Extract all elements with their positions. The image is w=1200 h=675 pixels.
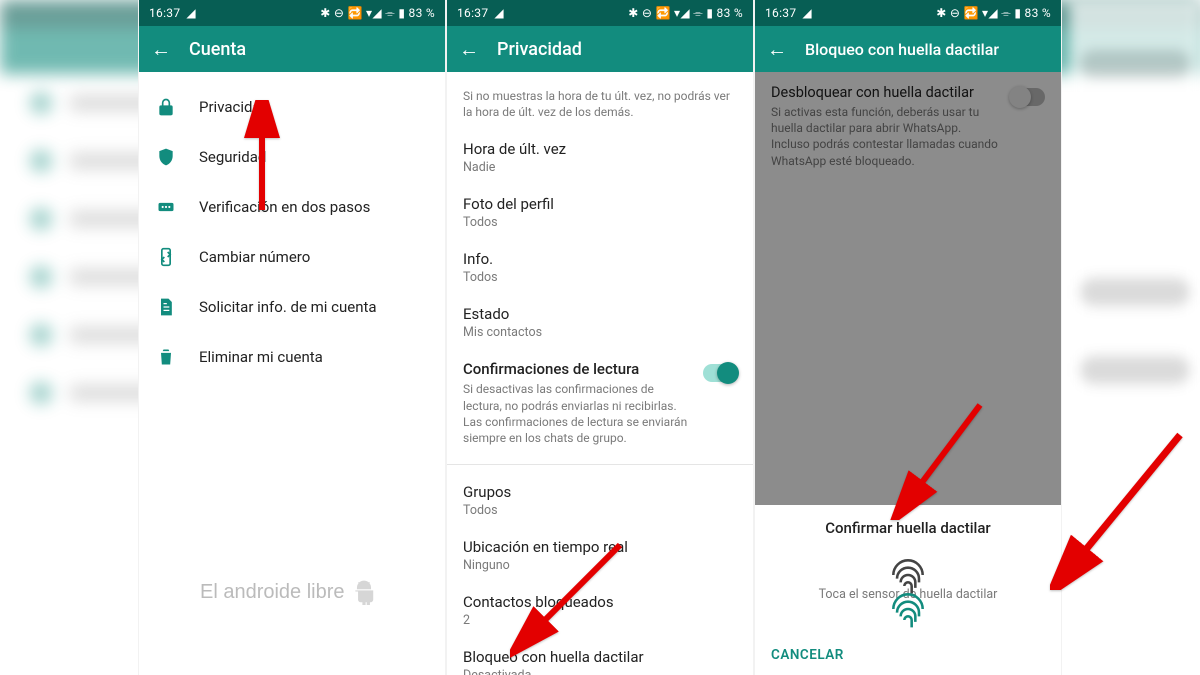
menu-item-solicitar-info[interactable]: Solicitar info. de mi cuenta (139, 282, 445, 332)
shield-icon (155, 146, 177, 168)
menu-label: Seguridad (199, 148, 266, 166)
send-icon: ◢ (186, 6, 196, 20)
status-right: ✱ ⊖ 🔁 ▾◢ ⌯ ▮ 83 % (936, 6, 1051, 21)
priv-title: Info. (463, 250, 737, 268)
read-receipts-desc: Si desactivas las confirmaciones de lect… (463, 381, 693, 446)
divider (447, 464, 753, 465)
back-icon[interactable]: ← (459, 37, 479, 62)
menu-label: Cambiar número (199, 248, 310, 266)
priv-sub: Nadie (463, 160, 737, 175)
priv-title: Estado (463, 305, 737, 323)
back-icon[interactable]: ← (151, 37, 171, 62)
status-bar: 16:37 ◢ ✱ ⊖ 🔁 ▾◢ ⌯ ▮ 83 % (447, 0, 753, 26)
read-receipts-switch[interactable] (703, 364, 737, 382)
app-bar-title: Bloqueo con huella dactilar (805, 40, 999, 59)
priv-sub: Desactivada (463, 668, 737, 675)
back-icon[interactable]: ← (767, 37, 787, 62)
menu-item-verificacion[interactable]: Verificación en dos pasos (139, 182, 445, 232)
priv-item-last-seen[interactable]: Hora de últ. vez Nadie (447, 130, 753, 185)
app-bar-title: Cuenta (189, 39, 246, 60)
menu-label: Solicitar info. de mi cuenta (199, 298, 377, 316)
priv-title: Foto del perfil (463, 195, 737, 213)
panel-cuenta: 16:37 ◢ ✱ ⊖ 🔁 ▾◢ ⌯ ▮ 83 % ← Cuenta Privac… (138, 0, 446, 675)
status-bar: 16:37 ◢ ✱ ⊖ 🔁 ▾◢ ⌯ ▮ 83 % (139, 0, 445, 26)
android-icon (351, 579, 377, 605)
priv-item-fingerprint-lock[interactable]: Bloqueo con huella dactilar Desactivada (447, 638, 753, 675)
fingerprint-sensor-icon[interactable] (886, 587, 930, 635)
priv-title: Bloqueo con huella dactilar (463, 648, 737, 666)
read-receipts-title: Confirmaciones de lectura (463, 360, 693, 378)
menu-label: Eliminar mi cuenta (199, 348, 323, 366)
priv-item-ubicacion[interactable]: Ubicación en tiempo real Ninguno (447, 528, 753, 583)
priv-item-photo[interactable]: Foto del perfil Todos (447, 185, 753, 240)
menu-item-eliminar[interactable]: Eliminar mi cuenta (139, 332, 445, 382)
app-bar-cuenta: ← Cuenta (139, 26, 445, 72)
status-time: 16:37 (149, 6, 180, 20)
dialog-cancel-button[interactable]: CANCELAR (771, 647, 844, 663)
watermark-text: El androide libre (200, 581, 345, 604)
priv-title: Hora de últ. vez (463, 140, 737, 158)
watermark: El androide libre (200, 579, 377, 605)
screenshot-panels: 16:37 ◢ ✱ ⊖ 🔁 ▾◢ ⌯ ▮ 83 % ← Cuenta Privac… (0, 0, 1200, 675)
priv-item-read-receipts[interactable]: Confirmaciones de lectura Si desactivas … (447, 350, 753, 456)
pin-icon (155, 196, 177, 218)
panel-fingerprint: 16:37 ◢ ✱ ⊖ 🔁 ▾◢ ⌯ ▮ 83 % ← Bloqueo con h… (754, 0, 1062, 675)
app-bar-fingerprint: ← Bloqueo con huella dactilar (755, 26, 1061, 72)
priv-sub: Todos (463, 215, 737, 230)
menu-label: Privacidad (199, 98, 269, 116)
priv-sub: Todos (463, 503, 737, 518)
status-time: 16:37 (457, 6, 488, 20)
priv-item-grupos[interactable]: Grupos Todos (447, 473, 753, 528)
menu-label: Verificación en dos pasos (199, 198, 370, 216)
phone-swap-icon (155, 246, 177, 268)
privacy-head-note: Si no muestras la hora de tu últ. vez, n… (447, 82, 753, 130)
priv-title: Contactos bloqueados (463, 593, 737, 611)
menu-item-cambiar-numero[interactable]: Cambiar número (139, 232, 445, 282)
panel-privacidad: 16:37 ◢ ✱ ⊖ 🔁 ▾◢ ⌯ ▮ 83 % ← Privacidad Si… (446, 0, 754, 675)
priv-title: Grupos (463, 483, 737, 501)
status-bar: 16:37 ◢ ✱ ⊖ 🔁 ▾◢ ⌯ ▮ 83 % (755, 0, 1061, 26)
doc-icon (155, 296, 177, 318)
dialog-title: Confirmar huella dactilar (771, 519, 1045, 537)
priv-sub: Mis contactos (463, 325, 737, 340)
priv-item-info[interactable]: Info. Todos (447, 240, 753, 295)
menu-item-privacidad[interactable]: Privacidad (139, 82, 445, 132)
fingerprint-dialog: Confirmar huella dactilar Toca el sensor… (755, 505, 1061, 675)
menu-item-seguridad[interactable]: Seguridad (139, 132, 445, 182)
priv-sub: Todos (463, 270, 737, 285)
priv-item-estado[interactable]: Estado Mis contactos (447, 295, 753, 350)
lock-icon (155, 96, 177, 118)
app-bar-title: Privacidad (497, 39, 582, 60)
priv-sub: 2 (463, 613, 737, 628)
app-bar-privacidad: ← Privacidad (447, 26, 753, 72)
status-time: 16:37 (765, 6, 796, 20)
trash-icon (155, 346, 177, 368)
priv-title: Ubicación en tiempo real (463, 538, 737, 556)
send-icon: ◢ (802, 6, 812, 20)
priv-sub: Ninguno (463, 558, 737, 573)
priv-item-bloqueados[interactable]: Contactos bloqueados 2 (447, 583, 753, 638)
status-right: ✱ ⊖ 🔁 ▾◢ ⌯ ▮ 83 % (320, 6, 435, 21)
status-right: ✱ ⊖ 🔁 ▾◢ ⌯ ▮ 83 % (628, 6, 743, 21)
send-icon: ◢ (494, 6, 504, 20)
